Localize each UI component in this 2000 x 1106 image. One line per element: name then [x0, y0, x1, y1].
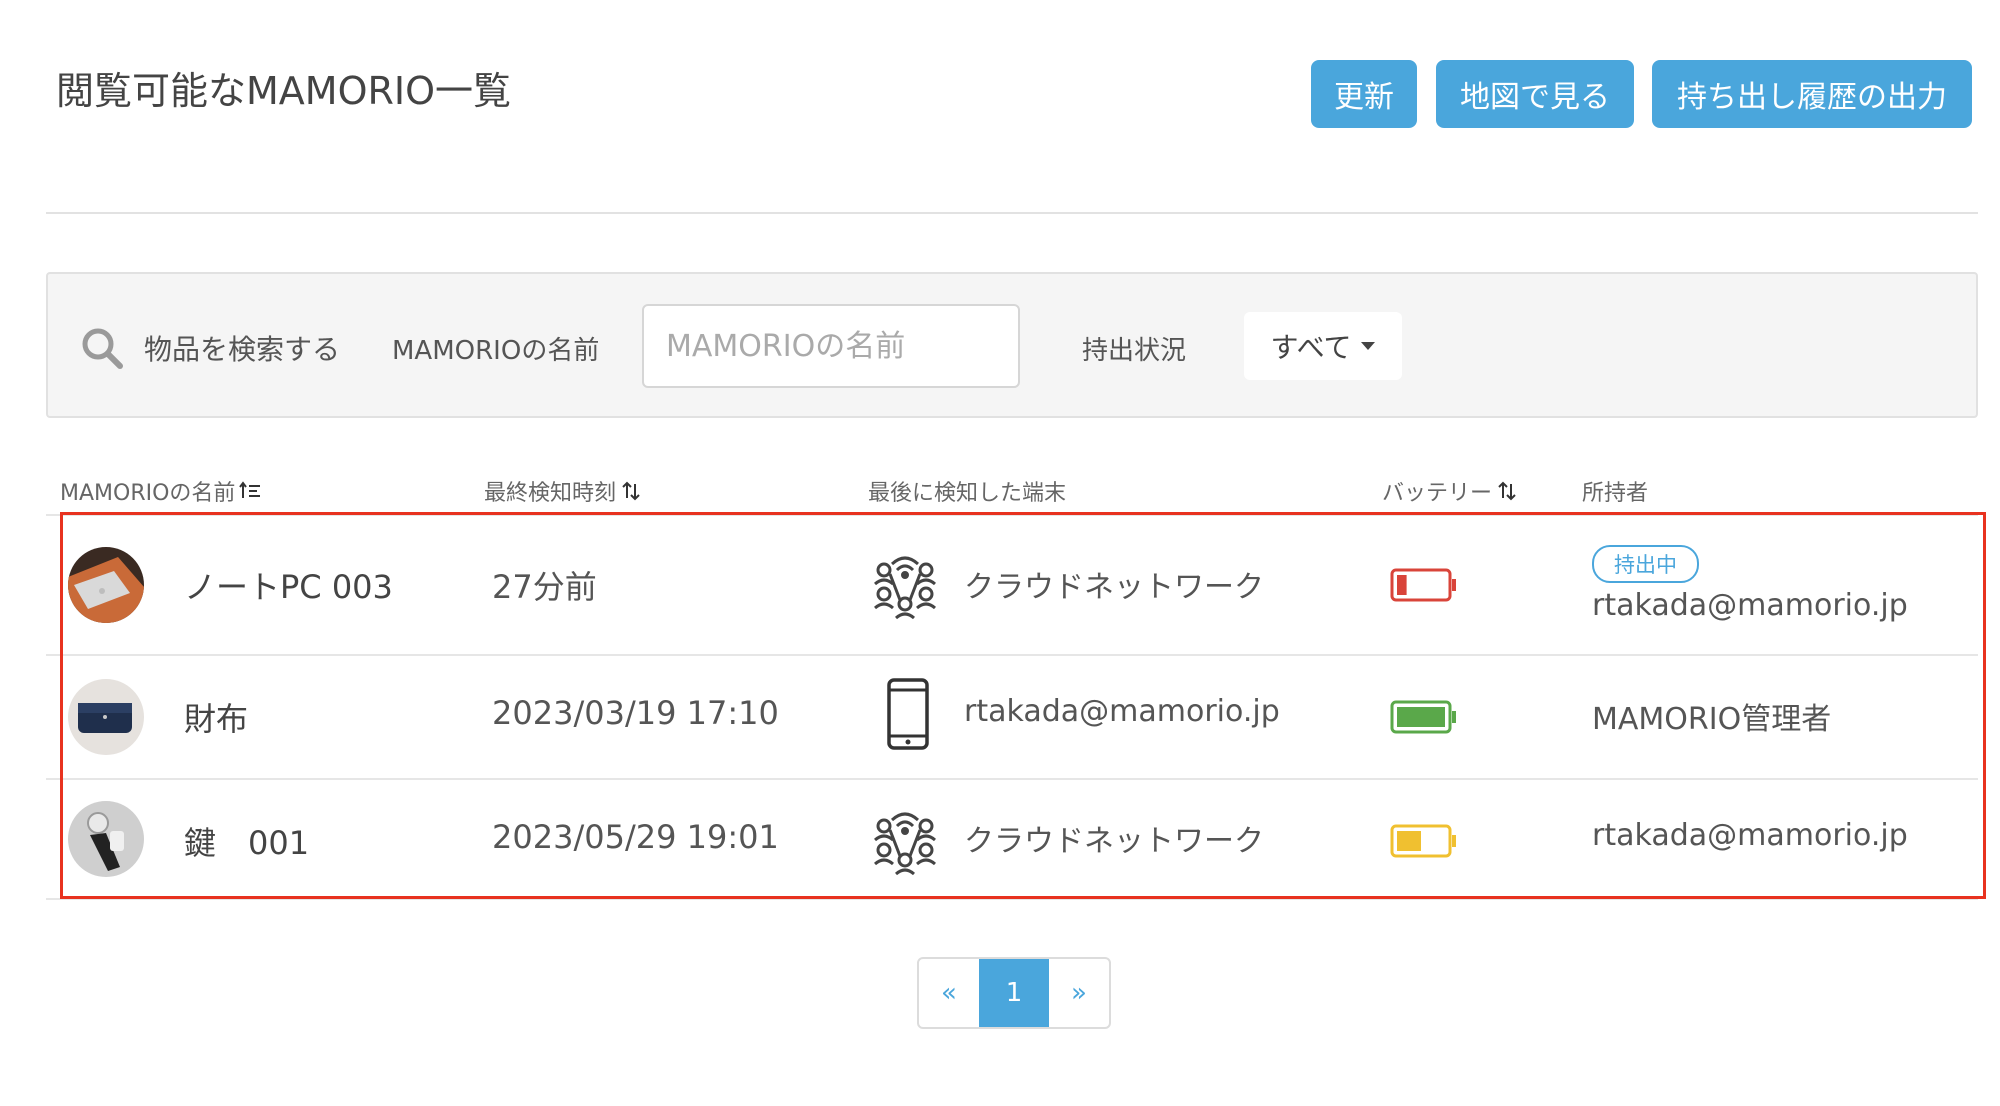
battery-low-icon	[1390, 568, 1456, 602]
pagination-next-button[interactable]: »	[1049, 959, 1109, 1027]
table-row[interactable]: 財布 2023/03/19 17:10 rtakada@mamorio.jp M…	[46, 656, 1978, 778]
item-name[interactable]: 財布	[184, 694, 248, 740]
last-device-label: rtakada@mamorio.jp	[964, 694, 1280, 729]
item-name[interactable]: 鍵 001	[184, 818, 309, 864]
cloud-network-icon	[874, 556, 936, 620]
owner-label: MAMORIO管理者	[1592, 702, 1832, 737]
view-map-button[interactable]: 地図で見る	[1436, 60, 1634, 128]
column-header-label: 最終検知時刻	[484, 481, 617, 506]
column-header-last-device: 最後に検知した端末	[868, 475, 1066, 507]
search-panel: 物品を検索する MAMORIOの名前 持出状況 すべて	[46, 272, 1978, 418]
column-header-label: バッテリー	[1382, 481, 1493, 506]
last-detected-time: 2023/05/29 19:01	[492, 818, 779, 856]
row-divider	[46, 898, 1978, 900]
pagination-page-current[interactable]: 1	[979, 959, 1049, 1027]
last-device-label: クラウドネットワーク	[964, 570, 1264, 605]
search-title: 物品を検索する	[144, 333, 341, 366]
last-device-label: クラウドネットワーク	[964, 824, 1264, 859]
column-header-last-detected[interactable]: 最終検知時刻	[484, 475, 642, 507]
last-detected-time: 2023/03/19 17:10	[492, 694, 779, 732]
search-icon	[82, 328, 123, 369]
page-title: 閲覧可能なMAMORIO一覧	[56, 69, 511, 113]
owner-label: rtakada@mamorio.jp	[1592, 588, 1908, 623]
table-row[interactable]: 鍵 001 2023/05/29 19:01 クラウドネットワーク rtakad…	[46, 780, 1978, 898]
header-divider	[46, 212, 1978, 214]
last-detected-time: 27分前	[492, 568, 597, 606]
refresh-button[interactable]: 更新	[1311, 60, 1417, 128]
status-filter-select[interactable]: すべて	[1244, 312, 1402, 380]
item-photo-avatar	[68, 547, 144, 623]
column-header-owner: 所持者	[1582, 475, 1648, 507]
status-filter-label: 持出状況	[1082, 336, 1187, 366]
owner-label: rtakada@mamorio.jp	[1592, 818, 1908, 853]
export-history-button[interactable]: 持ち出し履歴の出力	[1652, 60, 1972, 128]
smartphone-icon	[887, 678, 929, 750]
item-photo-avatar	[68, 801, 144, 877]
status-badge: 持出中	[1592, 545, 1699, 583]
column-header-name[interactable]: MAMORIOの名前	[60, 475, 261, 507]
column-header-label: MAMORIOの名前	[60, 481, 236, 506]
table-row[interactable]: ノートPC 003 27分前 クラウドネットワーク 持出中 rtakada@ma…	[46, 516, 1978, 654]
battery-full-icon	[1390, 700, 1456, 734]
sort-icon[interactable]	[620, 480, 642, 502]
sort-icon[interactable]	[1496, 480, 1518, 502]
sort-ascending-icon[interactable]	[239, 480, 261, 502]
column-header-battery[interactable]: バッテリー	[1382, 475, 1518, 507]
item-photo-avatar	[68, 679, 144, 755]
status-selected-value: すべて	[1270, 331, 1352, 364]
caret-down-icon	[1361, 342, 1376, 350]
pagination-prev-button[interactable]: «	[919, 959, 979, 1027]
item-name[interactable]: ノートPC 003	[184, 562, 393, 608]
column-header-label: 所持者	[1582, 481, 1649, 506]
pagination: « 1 »	[917, 957, 1111, 1029]
cloud-network-icon	[874, 812, 936, 876]
name-search-input[interactable]	[642, 304, 1020, 388]
name-filter-label: MAMORIOの名前	[392, 336, 600, 366]
column-header-label: 最後に検知した端末	[868, 481, 1067, 506]
battery-half-icon	[1390, 824, 1456, 858]
